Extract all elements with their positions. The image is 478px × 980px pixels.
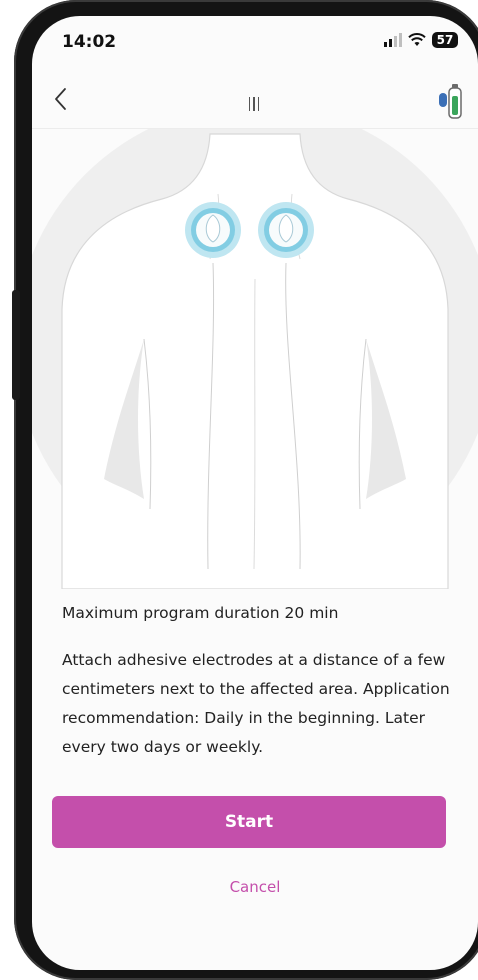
menu-handle-icon[interactable] <box>242 94 266 114</box>
right-electrode <box>258 202 314 258</box>
wifi-icon <box>408 33 426 46</box>
nav-bar <box>32 76 478 129</box>
back-illustration <box>32 104 478 590</box>
signal-icon <box>384 33 402 47</box>
program-info: Maximum program duration 20 min Attach a… <box>62 602 452 762</box>
program-duration-text: Maximum program duration 20 min <box>62 604 339 622</box>
device-battery-icon[interactable] <box>438 82 464 122</box>
status-time: 14:02 <box>62 32 117 52</box>
electrode-placement-illustration <box>32 104 478 590</box>
status-icons: 57 <box>384 32 458 48</box>
status-bar: 14:02 57 <box>32 16 478 64</box>
cancel-button[interactable]: Cancel <box>32 878 478 896</box>
battery-indicator: 57 <box>432 32 458 48</box>
program-description-text: Attach adhesive electrodes at a distance… <box>62 651 450 756</box>
chevron-left-icon <box>55 88 66 110</box>
phone-side-button <box>12 290 20 400</box>
start-button[interactable]: Start <box>52 796 446 848</box>
back-button[interactable] <box>46 82 76 116</box>
left-electrode <box>185 202 241 258</box>
app-screen: 14:02 57 Maximum program duration 20 min… <box>32 16 478 970</box>
